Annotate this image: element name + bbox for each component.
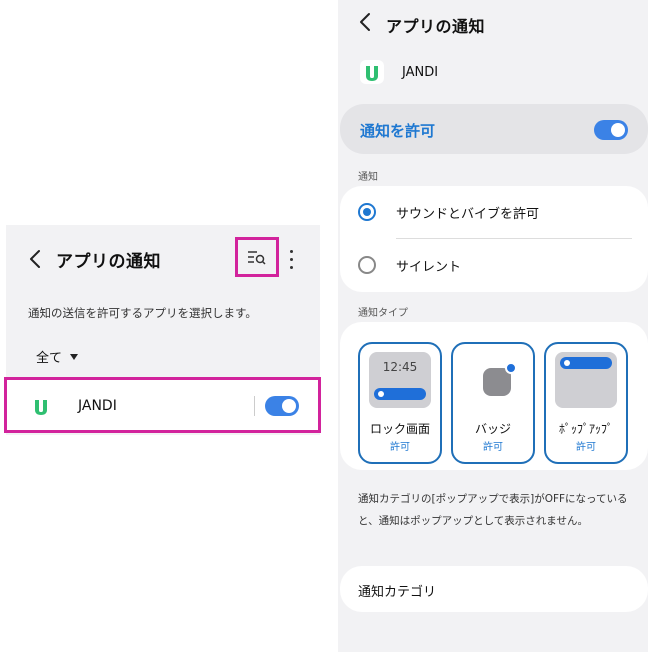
preview-notification-bar xyxy=(560,357,612,369)
jandi-logo-icon xyxy=(360,60,384,84)
back-arrow-icon[interactable] xyxy=(26,247,46,271)
radio-selected-icon xyxy=(358,203,376,221)
filter-dropdown[interactable]: 全て xyxy=(36,347,79,366)
type-label: バッジ xyxy=(474,422,511,436)
app-info: JANDI xyxy=(360,60,438,84)
option-silent[interactable]: サイレント xyxy=(340,239,648,291)
type-lock-screen[interactable]: 12:45 ロック画面 許可 xyxy=(358,342,442,464)
preview-notification-bar xyxy=(374,388,426,400)
allow-notifications-label: 通知を許可 xyxy=(360,122,436,140)
page-title: アプリの通知 xyxy=(386,17,486,36)
section-label-types: 通知タイプ xyxy=(358,308,408,319)
notification-category-item[interactable]: 通知カテゴリ xyxy=(340,566,648,612)
back-arrow-icon[interactable] xyxy=(356,10,376,34)
app-notification-toggle[interactable] xyxy=(265,396,299,416)
radio-unselected-icon xyxy=(358,256,376,274)
type-status: 許可 xyxy=(576,442,596,453)
preview-clock: 12:45 xyxy=(382,360,418,374)
app-name: JANDI xyxy=(402,64,439,80)
lock-screen-preview: 12:45 xyxy=(369,352,431,408)
type-popup[interactable]: ﾎﾟｯﾌﾟｱｯﾌﾟ 許可 xyxy=(544,342,628,464)
filter-dropdown-label: 全て xyxy=(36,351,63,366)
type-status: 許可 xyxy=(483,442,503,453)
app-row-jandi[interactable]: JANDI xyxy=(4,377,321,433)
screenshot-root: アプリの通知 通知の送信を許可するアプリを選択します。 全て JANDI アプリ… xyxy=(0,0,655,652)
list-search-icon xyxy=(248,251,266,265)
allow-notifications-toggle[interactable] xyxy=(594,120,628,140)
badge-preview xyxy=(462,352,524,408)
app-name: JANDI xyxy=(78,398,117,414)
app-notification-detail-panel: アプリの通知 JANDI 通知を許可 通知 サウンドとバイブを許可 サイレント xyxy=(338,0,648,652)
option-sound-vibrate[interactable]: サウンドとバイブを許可 xyxy=(340,186,648,238)
notification-category-label: 通知カテゴリ xyxy=(358,585,437,600)
option-label: サイレント xyxy=(396,259,462,275)
jandi-logo-icon xyxy=(29,394,53,418)
section-label-notification: 通知 xyxy=(358,172,378,183)
option-label: サウンドとバイブを許可 xyxy=(396,206,540,222)
row-divider xyxy=(254,396,255,416)
list-search-button[interactable] xyxy=(235,237,279,277)
type-label: ロック画面 xyxy=(369,422,430,436)
notification-types-card: 12:45 ロック画面 許可 バッジ 許可 ﾎﾟｯﾌﾟｱｯﾌﾟ 許可 xyxy=(340,322,648,470)
notification-options-card: サウンドとバイブを許可 サイレント xyxy=(340,186,648,292)
description-text: 通知の送信を許可するアプリを選択します。 xyxy=(28,306,257,320)
allow-notifications-card[interactable]: 通知を許可 xyxy=(340,104,648,154)
type-badge[interactable]: バッジ 許可 xyxy=(451,342,535,464)
dropdown-caret-icon xyxy=(70,353,79,360)
header: アプリの通知 xyxy=(338,0,648,46)
header: アプリの通知 xyxy=(6,225,320,293)
popup-note-text: 通知カテゴリの[ポップアップで表示]がOFFになっていると、通知はポップアップと… xyxy=(358,493,628,527)
popup-preview xyxy=(555,352,617,408)
type-label: ﾎﾟｯﾌﾟｱｯﾌﾟ xyxy=(558,422,613,436)
page-title: アプリの通知 xyxy=(56,252,161,272)
badge-dot-icon xyxy=(505,362,517,374)
more-vert-icon[interactable] xyxy=(284,247,298,271)
type-status: 許可 xyxy=(390,442,410,453)
